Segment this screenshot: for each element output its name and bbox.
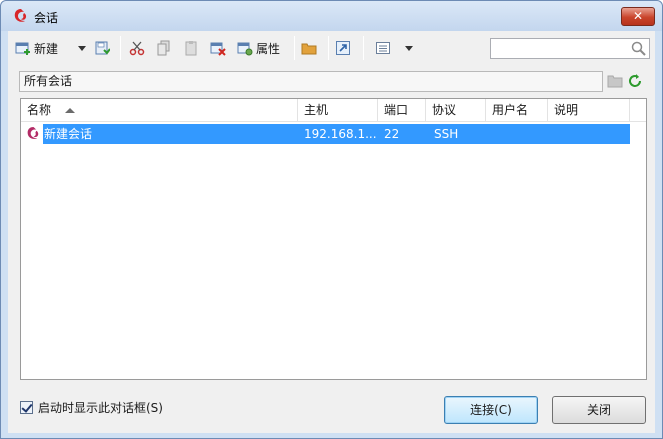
- properties-icon: [237, 42, 253, 56]
- column-port-label: 端口: [384, 103, 409, 117]
- toolbar-separator: [294, 36, 295, 60]
- show-on-startup-label: 启动时显示此对话框(S): [38, 401, 163, 415]
- toolbar: 新建 属性: [8, 31, 655, 65]
- cell-host: 192.168.1...: [304, 127, 377, 141]
- shortcut-icon: [336, 41, 350, 55]
- session-list[interactable]: 名称 主机 端口 协议 用户名 说明 新建会话 192.168.1... 22 …: [20, 98, 647, 380]
- toolbar-separator: [363, 36, 364, 60]
- dialog-body: 新建 属性 所有会话 名称 主机 端口 协议 用户名 说明 新建会话 192.1…: [8, 31, 655, 433]
- row-selection: 新建会话 192.168.1... 22 SSH: [43, 124, 630, 144]
- new-session-icon: [15, 42, 30, 55]
- connect-label: 连接(C): [470, 403, 512, 417]
- show-on-startup-option[interactable]: 启动时显示此对话框(S): [20, 399, 163, 416]
- paste-button[interactable]: [183, 37, 199, 59]
- title-bar[interactable]: 会话 ✕: [1, 1, 662, 31]
- cell-name: 新建会话: [44, 127, 93, 141]
- chevron-down-icon: [405, 46, 413, 51]
- column-port[interactable]: 端口: [378, 99, 426, 122]
- paste-icon: [185, 41, 197, 56]
- cell-port: 22: [384, 127, 400, 141]
- connect-button[interactable]: 连接(C): [444, 396, 538, 424]
- column-protocol-label: 协议: [432, 103, 457, 117]
- view-details-icon: [376, 42, 390, 54]
- new-session-button[interactable]: 新建: [15, 37, 58, 59]
- delete-icon: [210, 42, 226, 56]
- cut-button[interactable]: [129, 37, 145, 59]
- table-row[interactable]: 新建会话 192.168.1... 22 SSH: [21, 124, 630, 144]
- open-folder-button[interactable]: [301, 37, 317, 59]
- save-icon: [95, 41, 110, 55]
- close-button[interactable]: 关闭: [552, 396, 646, 424]
- current-path: 所有会话: [24, 74, 73, 88]
- path-breadcrumb[interactable]: 所有会话: [19, 71, 603, 92]
- properties-label: 属性: [256, 41, 281, 56]
- sort-ascending-icon: [65, 108, 75, 113]
- xshell-logo-icon: [14, 9, 27, 22]
- show-on-startup-checkbox[interactable]: [20, 401, 33, 414]
- close-label: 关闭: [586, 403, 611, 417]
- refresh-icon[interactable]: [627, 73, 643, 89]
- column-description[interactable]: 说明: [548, 99, 630, 122]
- column-description-label: 说明: [554, 103, 579, 117]
- delete-button[interactable]: [210, 37, 226, 59]
- folder-icon: [301, 43, 317, 55]
- search-input[interactable]: [490, 38, 650, 59]
- window-close-button[interactable]: ✕: [621, 7, 655, 26]
- view-button[interactable]: [375, 37, 391, 59]
- column-protocol[interactable]: 协议: [426, 99, 486, 122]
- toolbar-separator: [120, 36, 121, 60]
- sessions-dialog: 会话 ✕ 新建 属性 所有会话 名称 主机 端口 协议 用户名 说明 新建会话 …: [0, 0, 663, 439]
- search-icon[interactable]: [631, 41, 646, 56]
- column-username-label: 用户名: [492, 103, 529, 117]
- scissors-icon: [129, 41, 145, 56]
- column-name[interactable]: 名称: [21, 99, 298, 122]
- column-name-label: 名称: [27, 103, 52, 117]
- view-dropdown-button[interactable]: [405, 37, 413, 59]
- copy-icon: [157, 40, 170, 56]
- shortcut-button[interactable]: [335, 37, 351, 59]
- copy-button[interactable]: [156, 37, 172, 59]
- chevron-down-icon: [78, 46, 86, 51]
- folder-up-icon[interactable]: [607, 74, 623, 88]
- window-title: 会话: [34, 11, 59, 25]
- column-host[interactable]: 主机: [298, 99, 378, 122]
- column-username[interactable]: 用户名: [486, 99, 548, 122]
- save-button[interactable]: [94, 37, 110, 59]
- column-host-label: 主机: [304, 103, 329, 117]
- new-dropdown-button[interactable]: [78, 37, 86, 59]
- new-session-label: 新建: [34, 41, 59, 56]
- column-header-row: 名称 主机 端口 协议 用户名 说明: [21, 99, 646, 122]
- cell-protocol: SSH: [434, 127, 459, 141]
- properties-button[interactable]: 属性: [237, 37, 280, 59]
- toolbar-separator: [328, 36, 329, 60]
- session-icon: [27, 126, 39, 139]
